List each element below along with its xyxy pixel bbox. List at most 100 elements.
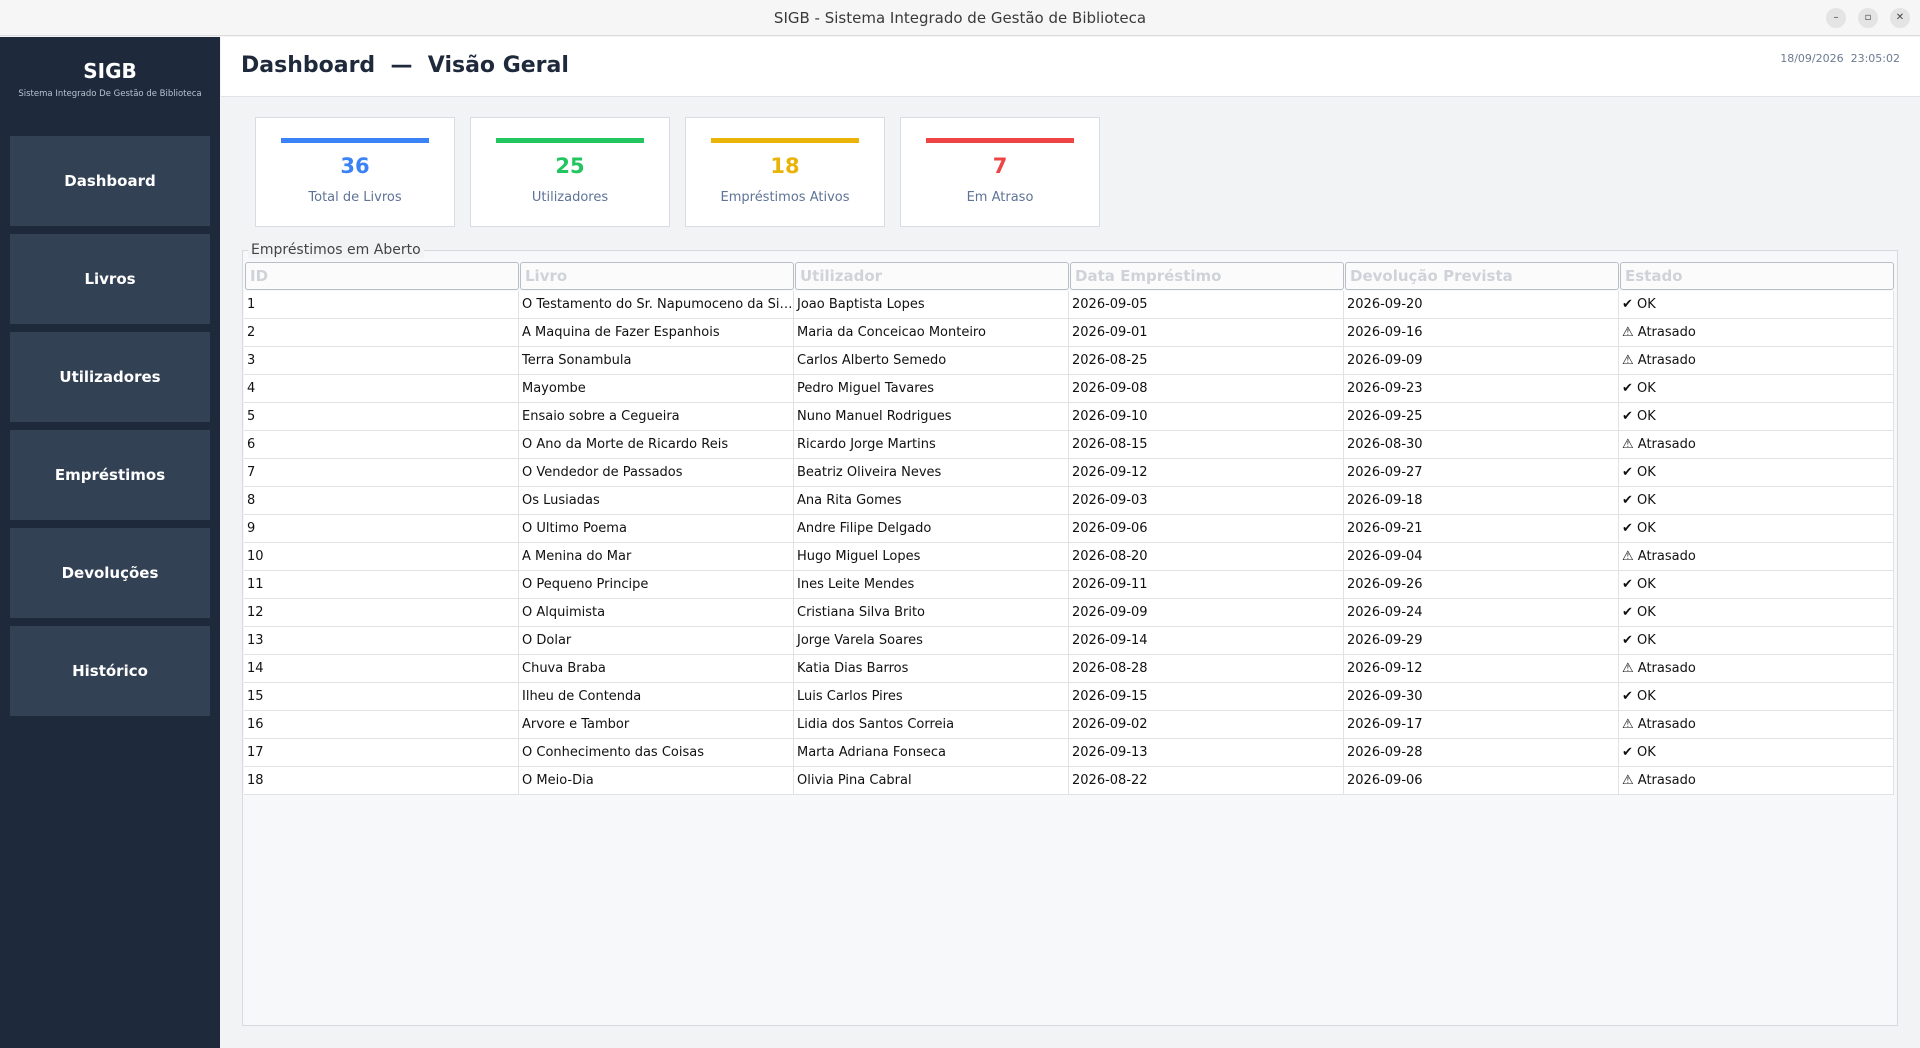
cell-data-emprestimo: 2026-09-10 — [1069, 403, 1344, 431]
sidebar-item-devolucoes[interactable]: Devoluções — [10, 528, 210, 618]
cell-id: 13 — [244, 627, 519, 655]
stat-card-em-atraso: 7 Em Atraso — [900, 117, 1100, 227]
datetime-label: 18/09/2026 23:05:02 — [1780, 52, 1900, 65]
cell-estado: ✔ OK — [1619, 515, 1894, 543]
cell-devolucao-prevista: 2026-09-12 — [1344, 655, 1619, 683]
cell-livro: Ensaio sobre a Cegueira — [519, 403, 794, 431]
window-titlebar: SIGB - Sistema Integrado de Gestão de Bi… — [0, 0, 1920, 36]
cell-devolucao-prevista: 2026-09-17 — [1344, 711, 1619, 739]
cell-data-emprestimo: 2026-09-09 — [1069, 599, 1344, 627]
cell-estado: ✔ OK — [1619, 375, 1894, 403]
cell-data-emprestimo: 2026-08-25 — [1069, 347, 1344, 375]
cell-utilizador: Nuno Manuel Rodrigues — [794, 403, 1069, 431]
table-row[interactable]: 8 Os Lusiadas Ana Rita Gomes 2026-09-03 2026… — [244, 487, 1894, 515]
cell-id: 4 — [244, 375, 519, 403]
cell-utilizador: Joao Baptista Lopes — [794, 291, 1069, 319]
cell-data-emprestimo: 2026-09-03 — [1069, 487, 1344, 515]
cell-id: 9 — [244, 515, 519, 543]
table-row[interactable]: 9O Ultimo Poema Andre Filipe Delgado 2026-… — [244, 515, 1894, 543]
cell-id: 7 — [244, 459, 519, 487]
card-accent-bar — [926, 138, 1074, 143]
cell-id: 18 — [244, 767, 519, 795]
cell-devolucao-prevista: 2026-09-20 — [1344, 291, 1619, 319]
cell-id: 1 — [244, 291, 519, 319]
table-row[interactable]: 15 Ilheu de Contenda Luis Carlos Pires 2026… — [244, 683, 1894, 711]
table-row[interactable]: 5 Ensaio sobre a Cegueira Nuno Manuel Rodr… — [244, 403, 1894, 431]
table-row[interactable]: 3 Terra Sonambula Carlos Alberto Semedo 202… — [244, 347, 1894, 375]
table-row[interactable]: 2A Maquina de Fazer Espanhois Maria da Co… — [244, 319, 1894, 347]
page-title: Dashboard — Visão Geral — [241, 53, 569, 78]
cell-utilizador: Carlos Alberto Semedo — [794, 347, 1069, 375]
cell-data-emprestimo: 2026-09-11 — [1069, 571, 1344, 599]
sidebar-item-historico[interactable]: Histórico — [10, 626, 210, 716]
cell-id: 3 — [244, 347, 519, 375]
cell-estado: ⚠ Atrasado — [1619, 767, 1894, 795]
table-row[interactable]: 4 Mayombe Pedro Miguel Tavares 2026-09-08 20… — [244, 375, 1894, 403]
cell-data-emprestimo: 2026-09-14 — [1069, 627, 1344, 655]
cell-devolucao-prevista: 2026-09-04 — [1344, 543, 1619, 571]
column-header-estado[interactable]: Estado — [1620, 262, 1894, 290]
cell-estado: ✔ OK — [1619, 739, 1894, 767]
table-row[interactable]: 11 O Pequeno Principe Ines Leite Mendes 202… — [244, 571, 1894, 599]
table-row[interactable]: 10 A Menina do Mar Hugo Miguel Lopes 2026-0… — [244, 543, 1894, 571]
cell-livro: O Vendedor de Passados — [519, 459, 794, 487]
maximize-icon[interactable]: ▫ — [1858, 8, 1878, 28]
column-header-devolucao-prevista[interactable]: Devolução Prevista — [1345, 262, 1619, 290]
cell-estado: ✔ OK — [1619, 683, 1894, 711]
table-row[interactable]: 12 O Alquimista Cristiana Silva Brito 2026-… — [244, 599, 1894, 627]
cell-utilizador: Katia Dias Barros — [794, 655, 1069, 683]
cell-livro: O Ano da Morte de Ricardo Reis — [519, 431, 794, 459]
cell-estado: ✔ OK — [1619, 403, 1894, 431]
cell-id: 6 — [244, 431, 519, 459]
cell-data-emprestimo: 2026-08-15 — [1069, 431, 1344, 459]
sidebar-item-emprestimos[interactable]: Empréstimos — [10, 430, 210, 520]
cell-devolucao-prevista: 2026-09-23 — [1344, 375, 1619, 403]
cell-estado: ⚠ Atrasado — [1619, 319, 1894, 347]
cell-livro: O Pequeno Principe — [519, 571, 794, 599]
table-row[interactable]: 1O Testamento do Sr. Napumoceno da Silva… — [244, 291, 1894, 319]
card-accent-bar — [281, 138, 429, 143]
table-row[interactable]: 13 O Dolar Jorge Varela Soares 2026-09-14 20… — [244, 627, 1894, 655]
stat-card-utilizadores: 25 Utilizadores — [470, 117, 670, 227]
minimize-icon[interactable]: – — [1826, 8, 1846, 28]
cell-id: 16 — [244, 711, 519, 739]
cell-devolucao-prevista: 2026-09-26 — [1344, 571, 1619, 599]
table-row[interactable]: 16 Arvore e Tambor Lidia dos Santos Correi… — [244, 711, 1894, 739]
sidebar-item-dashboard[interactable]: Dashboard — [10, 136, 210, 226]
cell-data-emprestimo: 2026-09-05 — [1069, 291, 1344, 319]
cell-utilizador: Luis Carlos Pires — [794, 683, 1069, 711]
cell-utilizador: Cristiana Silva Brito — [794, 599, 1069, 627]
table-row[interactable]: 18 O Meio-Dia Olivia Pina Cabral 2026-08-22… — [244, 767, 1894, 795]
column-header-utilizador[interactable]: Utilizador — [795, 262, 1069, 290]
table-row[interactable]: 6O Ano da Morte de Ricardo Reis Ricardo J… — [244, 431, 1894, 459]
cell-devolucao-prevista: 2026-09-16 — [1344, 319, 1619, 347]
table-row[interactable]: 14 Chuva Braba Katia Dias Barros 2026-08-28… — [244, 655, 1894, 683]
cell-livro: O Dolar — [519, 627, 794, 655]
cell-id: 10 — [244, 543, 519, 571]
table-row[interactable]: 17 O Conhecimento das Coisas Marta Adriana… — [244, 739, 1894, 767]
close-icon[interactable]: ✕ — [1890, 8, 1910, 28]
cell-devolucao-prevista: 2026-09-09 — [1344, 347, 1619, 375]
cell-devolucao-prevista: 2026-09-28 — [1344, 739, 1619, 767]
column-header-id[interactable]: ID — [245, 262, 519, 290]
card-label: Em Atraso — [966, 190, 1034, 205]
cell-data-emprestimo: 2026-08-22 — [1069, 767, 1344, 795]
cell-devolucao-prevista: 2026-09-30 — [1344, 683, 1619, 711]
card-accent-bar — [711, 138, 859, 143]
table-row[interactable]: 7O Vendedor de Passados Beatriz Oliveira … — [244, 459, 1894, 487]
card-label: Utilizadores — [531, 190, 609, 205]
cell-utilizador: Pedro Miguel Tavares — [794, 375, 1069, 403]
cell-estado: ✔ OK — [1619, 571, 1894, 599]
cell-data-emprestimo: 2026-09-01 — [1069, 319, 1344, 347]
sidebar-item-utilizadores[interactable]: Utilizadores — [10, 332, 210, 422]
card-value: 7 — [992, 154, 1008, 178]
column-header-livro[interactable]: Livro — [520, 262, 794, 290]
cell-livro: A Maquina de Fazer Espanhois — [519, 319, 794, 347]
cell-estado: ✔ OK — [1619, 291, 1894, 319]
cell-livro: Mayombe — [519, 375, 794, 403]
cell-livro: O Meio-Dia — [519, 767, 794, 795]
cell-devolucao-prevista: 2026-09-21 — [1344, 515, 1619, 543]
column-header-data-emprestimo[interactable]: Data Empréstimo — [1070, 262, 1344, 290]
stat-card-total-livros: 36 Total de Livros — [255, 117, 455, 227]
sidebar-item-livros[interactable]: Livros — [10, 234, 210, 324]
